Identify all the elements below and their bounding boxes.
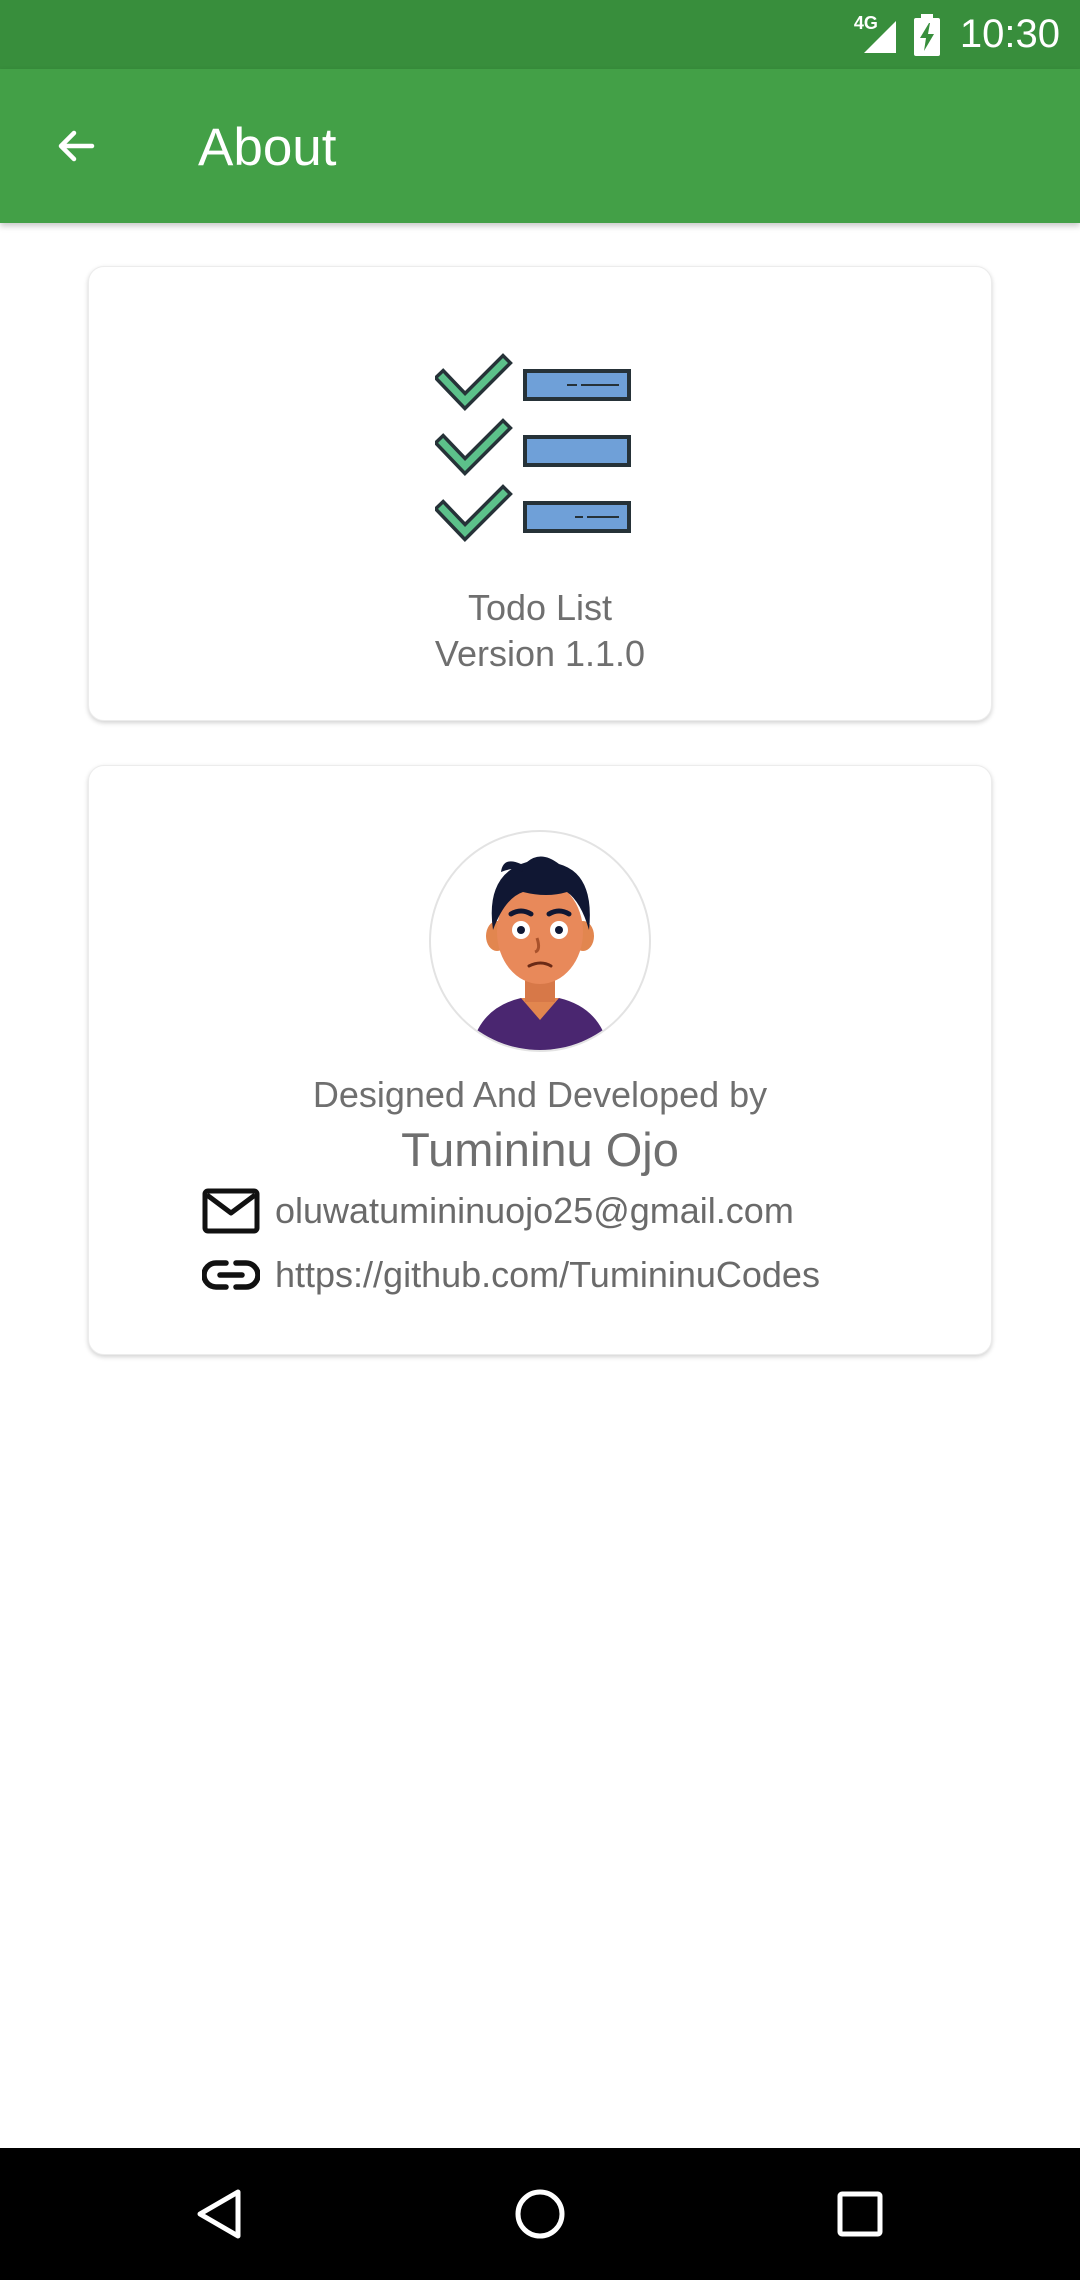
link-icon xyxy=(201,1248,261,1302)
developer-name: Tumininu Ojo xyxy=(401,1123,679,1176)
nav-recents-icon xyxy=(837,2191,883,2237)
email-link[interactable]: oluwatumininuojo25@gmail.com xyxy=(275,1190,794,1232)
nav-home-icon xyxy=(515,2189,565,2239)
status-icons: 4G 10:30 xyxy=(854,0,1060,69)
github-link[interactable]: https://github.com/TumininuCodes xyxy=(275,1254,820,1296)
battery-charging-icon xyxy=(913,13,940,56)
app-name: Todo List xyxy=(467,587,613,628)
arrow-back-icon xyxy=(58,130,95,162)
developer-card: Designed And Developed by Tumininu Ojo o… xyxy=(88,765,992,1355)
nav-back-button[interactable] xyxy=(180,2178,260,2250)
signal-icon: 4G xyxy=(854,13,900,57)
github-row[interactable]: https://github.com/TumininuCodes xyxy=(201,1248,820,1302)
status-bar: 4G 10:30 xyxy=(0,0,1080,69)
app-bar: About xyxy=(0,69,1080,223)
app-version: Version 1.1.0 xyxy=(434,633,646,674)
mail-icon xyxy=(201,1184,261,1238)
email-row[interactable]: oluwatumininuojo25@gmail.com xyxy=(201,1184,794,1238)
status-time: 10:30 xyxy=(959,12,1060,56)
nav-back-icon xyxy=(197,2189,241,2239)
nav-recents-button[interactable] xyxy=(820,2178,900,2250)
todo-checklist-logo xyxy=(435,353,631,543)
back-button[interactable] xyxy=(36,109,116,183)
page-title: About xyxy=(198,118,337,177)
developer-avatar xyxy=(429,830,651,1052)
credit-label: Designed And Developed by xyxy=(312,1074,768,1115)
app-info-card: Todo List Version 1.1.0 xyxy=(88,266,992,721)
navigation-bar xyxy=(0,2148,1080,2280)
nav-home-button[interactable] xyxy=(500,2178,580,2250)
